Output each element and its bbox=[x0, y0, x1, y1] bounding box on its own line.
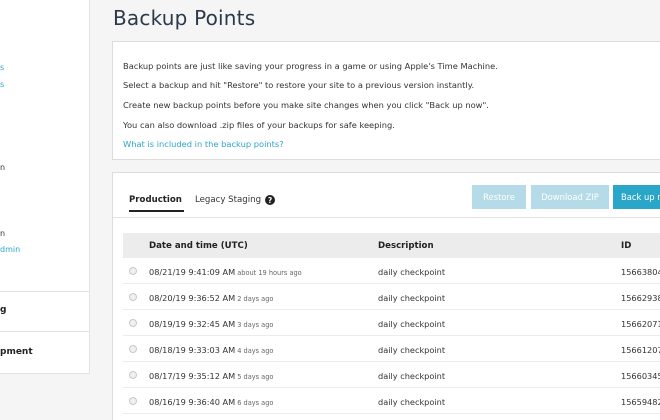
sidebar-link-fragment[interactable]: s bbox=[0, 63, 4, 73]
info-line: You can also download .zip files of your… bbox=[123, 120, 395, 130]
row-id: 15660345 bbox=[621, 371, 660, 381]
row-select-radio[interactable] bbox=[129, 397, 137, 405]
column-header-description: Description bbox=[378, 241, 434, 251]
sidebar-link-fragment[interactable]: s bbox=[0, 80, 4, 90]
tab-production[interactable]: Production bbox=[129, 195, 182, 205]
tab-legacy-staging[interactable]: Legacy Staging bbox=[195, 195, 261, 205]
row-description: daily checkpoint bbox=[378, 293, 446, 303]
help-icon[interactable]: ? bbox=[265, 195, 275, 205]
row-date: 08/18/19 9:33:03 AM bbox=[149, 345, 236, 355]
row-select-radio[interactable] bbox=[129, 293, 137, 301]
backup-panel: Production Legacy Staging ? Restore Down… bbox=[112, 172, 660, 420]
sidebar-nav-item[interactable]: pment bbox=[0, 347, 33, 357]
sidebar-divider bbox=[0, 291, 89, 292]
table-row[interactable]: 08/21/19 9:41:09 AM about 19 hours ago da… bbox=[123, 259, 660, 284]
sidebar: s s n n dmin g pment bbox=[0, 0, 90, 374]
row-date: 08/17/19 9:35:12 AM bbox=[149, 371, 236, 381]
info-line: Select a backup and hit "Restore" to res… bbox=[123, 80, 475, 90]
table-row[interactable]: 08/20/19 9:36:52 AM 2 days ago daily chec… bbox=[123, 285, 660, 310]
row-description: daily checkpoint bbox=[378, 267, 446, 277]
row-relative-time: 6 days ago bbox=[237, 399, 274, 407]
row-datetime: 08/17/19 9:35:12 AM 5 days ago bbox=[149, 371, 273, 381]
row-description: daily checkpoint bbox=[378, 371, 446, 381]
row-description: daily checkpoint bbox=[378, 345, 446, 355]
page-title: Backup Points bbox=[113, 6, 256, 30]
row-relative-time: 2 days ago bbox=[237, 295, 274, 303]
row-datetime: 08/16/19 9:36:40 AM 6 days ago bbox=[149, 397, 273, 407]
row-relative-time: 4 days ago bbox=[237, 347, 274, 355]
row-select-radio[interactable] bbox=[129, 319, 137, 327]
sidebar-nav-item[interactable]: g bbox=[0, 305, 6, 315]
download-zip-button[interactable]: Download ZIP bbox=[531, 185, 609, 209]
row-id: 15663804 bbox=[621, 267, 660, 277]
row-description: daily checkpoint bbox=[378, 397, 446, 407]
table-row[interactable]: 08/18/19 9:33:03 AM 4 days ago daily chec… bbox=[123, 337, 660, 362]
row-id: 15662938 bbox=[621, 293, 660, 303]
row-relative-time: 5 days ago bbox=[237, 373, 274, 381]
sidebar-text-fragment: n bbox=[0, 229, 6, 238]
table-row[interactable]: 08/16/19 9:36:40 AM 6 days ago daily chec… bbox=[123, 389, 660, 414]
info-line: Backup points are just like saving your … bbox=[123, 61, 498, 71]
row-relative-time: 3 days ago bbox=[237, 321, 274, 329]
table-header: Date and time (UTC) Description ID bbox=[123, 233, 660, 258]
back-up-now-button[interactable]: Back up now bbox=[613, 185, 660, 209]
row-id: 15661207 bbox=[621, 345, 660, 355]
info-line: Create new backup points before you make… bbox=[123, 100, 489, 110]
row-date: 08/20/19 9:36:52 AM bbox=[149, 293, 236, 303]
backup-info-link[interactable]: What is included in the backup points? bbox=[123, 139, 284, 149]
table-row[interactable]: 08/19/19 9:32:45 AM 3 days ago daily chec… bbox=[123, 311, 660, 336]
row-description: daily checkpoint bbox=[378, 319, 446, 329]
row-id: 15662071 bbox=[621, 319, 660, 329]
tabs-divider bbox=[113, 217, 660, 218]
row-date: 08/16/19 9:36:40 AM bbox=[149, 397, 236, 407]
active-tab-indicator bbox=[129, 210, 184, 212]
sidebar-text-fragment: n bbox=[0, 163, 6, 172]
column-header-datetime: Date and time (UTC) bbox=[149, 241, 248, 251]
restore-button[interactable]: Restore bbox=[472, 185, 526, 209]
svg-text:?: ? bbox=[268, 196, 272, 205]
row-datetime: 08/19/19 9:32:45 AM 3 days ago bbox=[149, 319, 273, 329]
sidebar-divider bbox=[0, 331, 89, 332]
row-date: 08/21/19 9:41:09 AM bbox=[149, 267, 236, 277]
table-row[interactable]: 08/17/19 9:35:12 AM 5 days ago daily chec… bbox=[123, 363, 660, 388]
info-box: Backup points are just like saving your … bbox=[112, 41, 660, 160]
row-date: 08/19/19 9:32:45 AM bbox=[149, 319, 236, 329]
column-header-id: ID bbox=[621, 241, 632, 251]
row-select-radio[interactable] bbox=[129, 345, 137, 353]
row-relative-time: about 19 hours ago bbox=[237, 269, 302, 277]
row-id: 15659482 bbox=[621, 397, 660, 407]
row-datetime: 08/18/19 9:33:03 AM 4 days ago bbox=[149, 345, 273, 355]
row-select-radio[interactable] bbox=[129, 267, 137, 275]
row-datetime: 08/21/19 9:41:09 AM about 19 hours ago bbox=[149, 267, 302, 277]
row-datetime: 08/20/19 9:36:52 AM 2 days ago bbox=[149, 293, 273, 303]
row-select-radio[interactable] bbox=[129, 371, 137, 379]
sidebar-link-fragment[interactable]: dmin bbox=[0, 245, 20, 255]
